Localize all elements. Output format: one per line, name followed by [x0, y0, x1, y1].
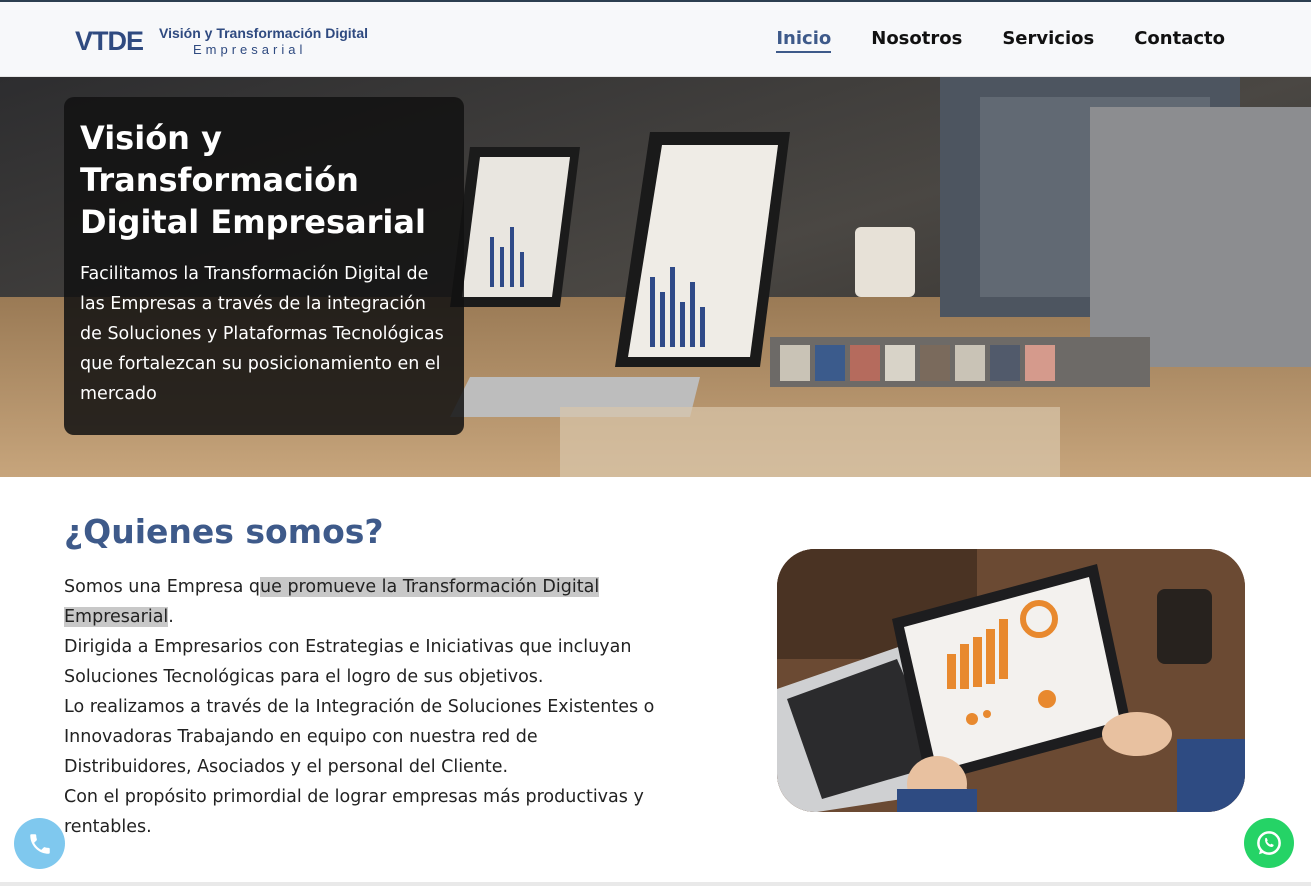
- logo-title: Visión y Transformación Digital: [159, 25, 369, 41]
- logo-mark: VTDE: [75, 26, 144, 56]
- nav-contacto[interactable]: Contacto: [1134, 28, 1225, 53]
- hero-description: Facilitamos la Transformación Digital de…: [80, 264, 444, 404]
- about-p1-end: .: [168, 607, 174, 627]
- phone-icon: [29, 833, 50, 854]
- logo-subtitle: Empresarial: [193, 42, 307, 57]
- about-p3: Lo realizamos a través de la Integración…: [64, 697, 655, 777]
- tablet-dashboard-image: [777, 549, 1245, 812]
- bottom-border: [0, 882, 1311, 886]
- about-p4: Con el propósito primordial de lograr em…: [64, 787, 644, 837]
- about-p1-plain: Somos una Empresa q: [64, 577, 261, 597]
- about-section: ¿Quienes somos? Somos una Empresa que pr…: [0, 477, 1311, 882]
- nav-servicios[interactable]: Servicios: [1002, 28, 1094, 53]
- main-nav: Inicio Nosotros Servicios Contacto: [776, 28, 1225, 53]
- hero-title: Visión y Transformación Digital Empresar…: [80, 119, 426, 241]
- hero-banner: Visión y Transformación Digital Empresar…: [0, 77, 1311, 477]
- site-header: VTDE Visión y Transformación Digital Emp…: [0, 2, 1311, 77]
- about-p2: Dirigida a Empresarios con Estrategias e…: [64, 637, 632, 687]
- nav-inicio[interactable]: Inicio: [776, 28, 832, 53]
- site-logo[interactable]: VTDE Visión y Transformación Digital Emp…: [75, 24, 369, 62]
- about-text: Somos una Empresa que promueve la Transf…: [64, 572, 664, 842]
- floating-whatsapp-button[interactable]: [1244, 818, 1294, 868]
- about-heading: ¿Quienes somos?: [64, 512, 384, 551]
- whatsapp-icon: [1257, 831, 1281, 855]
- hero-card: Visión y Transformación Digital Empresar…: [64, 97, 464, 435]
- nav-nosotros[interactable]: Nosotros: [871, 28, 962, 53]
- floating-call-button[interactable]: [14, 818, 65, 869]
